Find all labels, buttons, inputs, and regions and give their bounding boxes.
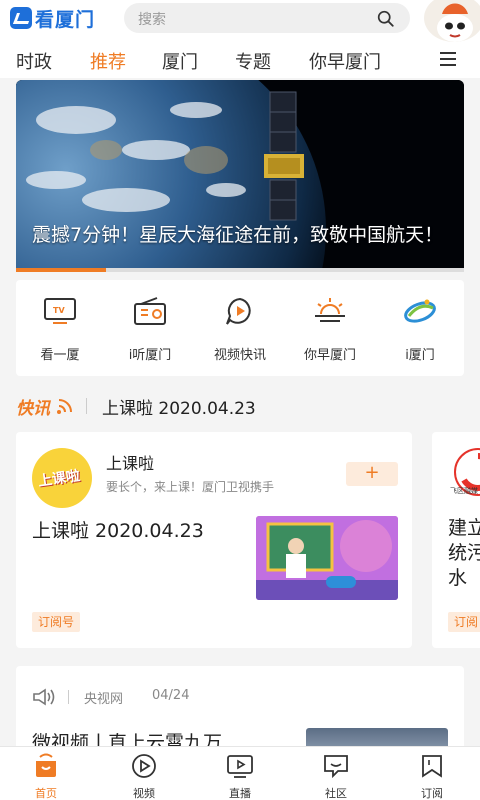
nav-label: 视频 [133, 787, 155, 800]
quick-entry-kanyixia[interactable]: TV 看一厦 [20, 296, 100, 363]
search-placeholder: 搜索 [138, 12, 166, 28]
quick-entry-video-news[interactable]: 视频快讯 [200, 296, 280, 363]
channel-logo[interactable]: 上课啦 [32, 448, 92, 508]
quick-entry-label: 你早厦门 [303, 348, 356, 363]
nav-label: 首页 [35, 787, 57, 800]
svg-text:TV: TV [53, 306, 65, 315]
play-bubble-icon [226, 297, 251, 325]
tv-icon: TV [44, 298, 76, 324]
tab-xiamen[interactable]: 厦门 [162, 48, 198, 74]
classroom-thumbnail-image [256, 516, 398, 600]
divider [68, 690, 69, 704]
search-icon [377, 10, 394, 27]
mascot-avatar-icon [437, 3, 473, 42]
bottom-navigation: 首页 视频 直播 社区 订阅 [0, 746, 480, 800]
quick-entry-label: 视频快讯 [213, 348, 266, 363]
quick-entry-morning-xiamen[interactable]: 你早厦门 [290, 296, 370, 363]
tab-politics[interactable]: 时政 [16, 48, 52, 74]
follow-button[interactable]: + [346, 462, 398, 486]
app-logo[interactable]: 看厦门 [10, 6, 96, 31]
news-flash-bar[interactable]: 快讯 上课啦 2020.04.23 [0, 388, 480, 422]
community-icon [324, 755, 348, 779]
tab-topics[interactable]: 专题 [235, 48, 271, 74]
subscription-card[interactable]: 飞区融媒 建立统污水 订阅 [432, 432, 480, 648]
top-bar: 看厦门 搜索 [0, 0, 480, 42]
search-input[interactable]: 搜索 [124, 3, 410, 33]
nav-home[interactable]: 首页 [16, 753, 76, 800]
broadcast-wave-icon [57, 399, 72, 414]
channel-logo-subtext: 飞区融媒 [450, 487, 478, 495]
nav-video[interactable]: 视频 [114, 753, 174, 800]
card-headline[interactable]: 建立统污水 [448, 516, 480, 591]
quick-entry-label: i听厦门 [128, 348, 172, 363]
nav-label: 直播 [229, 787, 251, 800]
avatar[interactable] [424, 0, 480, 42]
quick-entry-radio[interactable]: i听厦门 [110, 296, 190, 363]
logo-mark-icon [10, 7, 32, 29]
app-brand-name: 看厦门 [35, 8, 96, 31]
nav-label: 订阅 [421, 787, 443, 800]
banner-progress-fill [16, 268, 106, 272]
quick-entry-panel: TV 看一厦 i听厦门 视频快讯 你早厦门 i厦门 [16, 280, 464, 376]
subscribe-icon [422, 755, 442, 778]
subscription-card[interactable]: 上课啦 上课啦 要长个，来上课！厦门卫视携手 + 上课啦 2020.04.23 … [16, 432, 412, 648]
banner-caption: 震撼7分钟！星辰大海征途在前，致敬中国航天！ [32, 224, 444, 246]
category-tabs: 时政 推荐 厦门 专题 你早厦门 [0, 42, 480, 78]
news-flash-text: 上课啦 2020.04.23 [102, 399, 256, 419]
channel-description: 要长个，来上课！厦门卫视携手 [106, 480, 275, 494]
nav-community[interactable]: 社区 [306, 753, 366, 800]
card-tag: 订阅号 [32, 612, 81, 632]
i-xiamen-logo-icon [404, 299, 436, 323]
nav-live[interactable]: 直播 [210, 753, 270, 800]
news-flash-tag: 快讯 [16, 399, 50, 419]
article-source: 央视网 [84, 692, 124, 707]
divider [86, 398, 87, 414]
nav-label: 社区 [325, 787, 347, 800]
live-tv-icon [227, 755, 253, 778]
tab-recommended[interactable]: 推荐 [90, 48, 126, 74]
quick-entry-i-xiamen[interactable]: i厦门 [380, 296, 460, 363]
menu-icon[interactable] [440, 52, 456, 66]
article-date: 04/24 [152, 688, 190, 703]
card-thumbnail[interactable] [256, 516, 398, 600]
channel-name[interactable]: 上课啦 [106, 450, 154, 474]
hero-banner[interactable]: 震撼7分钟！星辰大海征途在前，致敬中国航天！ [16, 80, 464, 268]
channel-logo-text: 上课啦 [37, 468, 82, 490]
quick-entry-label: 看一厦 [40, 348, 80, 363]
home-icon [36, 753, 56, 777]
banner-carousel-progress [16, 268, 464, 272]
card-headline[interactable]: 上课啦 2020.04.23 [32, 516, 204, 543]
speaker-icon[interactable] [32, 688, 56, 706]
video-icon [132, 754, 156, 778]
quick-entry-label: i厦门 [405, 348, 435, 363]
radio-icon [134, 297, 166, 325]
sunrise-icon [315, 298, 345, 322]
card-tag: 订阅 [448, 612, 480, 632]
tab-morning-xiamen[interactable]: 你早厦门 [309, 48, 381, 74]
nav-subscribe[interactable]: 订阅 [402, 753, 462, 800]
